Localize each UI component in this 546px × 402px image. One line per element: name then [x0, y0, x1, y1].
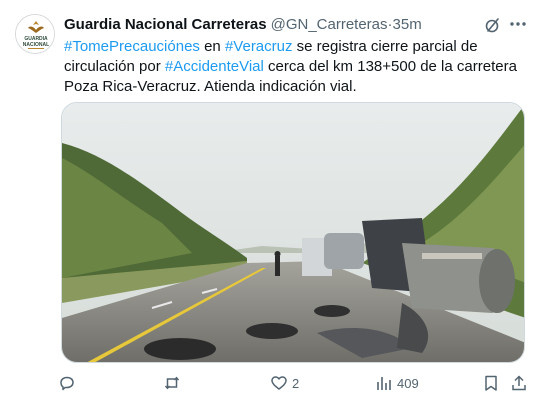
avatar[interactable]: GUARDIA NACIONAL — [15, 14, 55, 54]
views-button[interactable]: 409 — [375, 370, 419, 396]
hashtag-veracruz[interactable]: #Veracruz — [225, 38, 293, 55]
views-count: 409 — [397, 375, 419, 391]
reply-button[interactable] — [58, 370, 80, 396]
display-name[interactable]: Guardia Nacional Carreteras — [64, 16, 267, 33]
like-count: 2 — [292, 375, 300, 391]
user-handle[interactable]: @GN_Carreteras — [271, 16, 388, 33]
views-icon — [377, 377, 391, 390]
tweet-card[interactable]: GUARDIA NACIONAL Guardia Nacional Carret… — [0, 0, 546, 402]
timestamp[interactable]: 35m — [393, 16, 422, 33]
tweet-text: #TomePrecauciónes en #Veracruz se regist… — [64, 37, 534, 97]
like-button[interactable]: 2 — [270, 370, 299, 396]
hashtag-accidentevial[interactable]: #AccidenteVial — [165, 58, 264, 75]
retweet-icon — [164, 376, 180, 390]
hashtag-tomeprecauciones[interactable]: #TomePrecauciónes — [64, 38, 200, 55]
tweet-header: Guardia Nacional Carreteras @GN_Carreter… — [64, 14, 422, 34]
grok-icon[interactable] — [484, 16, 502, 34]
tweet-photo[interactable] — [61, 102, 525, 363]
avatar-line-2: NACIONAL — [23, 42, 49, 48]
more-icon[interactable] — [508, 14, 528, 34]
text-segment: en — [199, 38, 225, 55]
tweet-actions: 2 409 — [54, 370, 534, 396]
reply-icon — [60, 376, 74, 391]
bookmark-icon — [485, 375, 497, 391]
retweet-button[interactable] — [163, 370, 185, 396]
heart-icon — [271, 376, 287, 390]
bookmark-button[interactable] — [482, 370, 500, 396]
share-button[interactable] — [510, 370, 528, 396]
share-icon — [512, 375, 526, 391]
